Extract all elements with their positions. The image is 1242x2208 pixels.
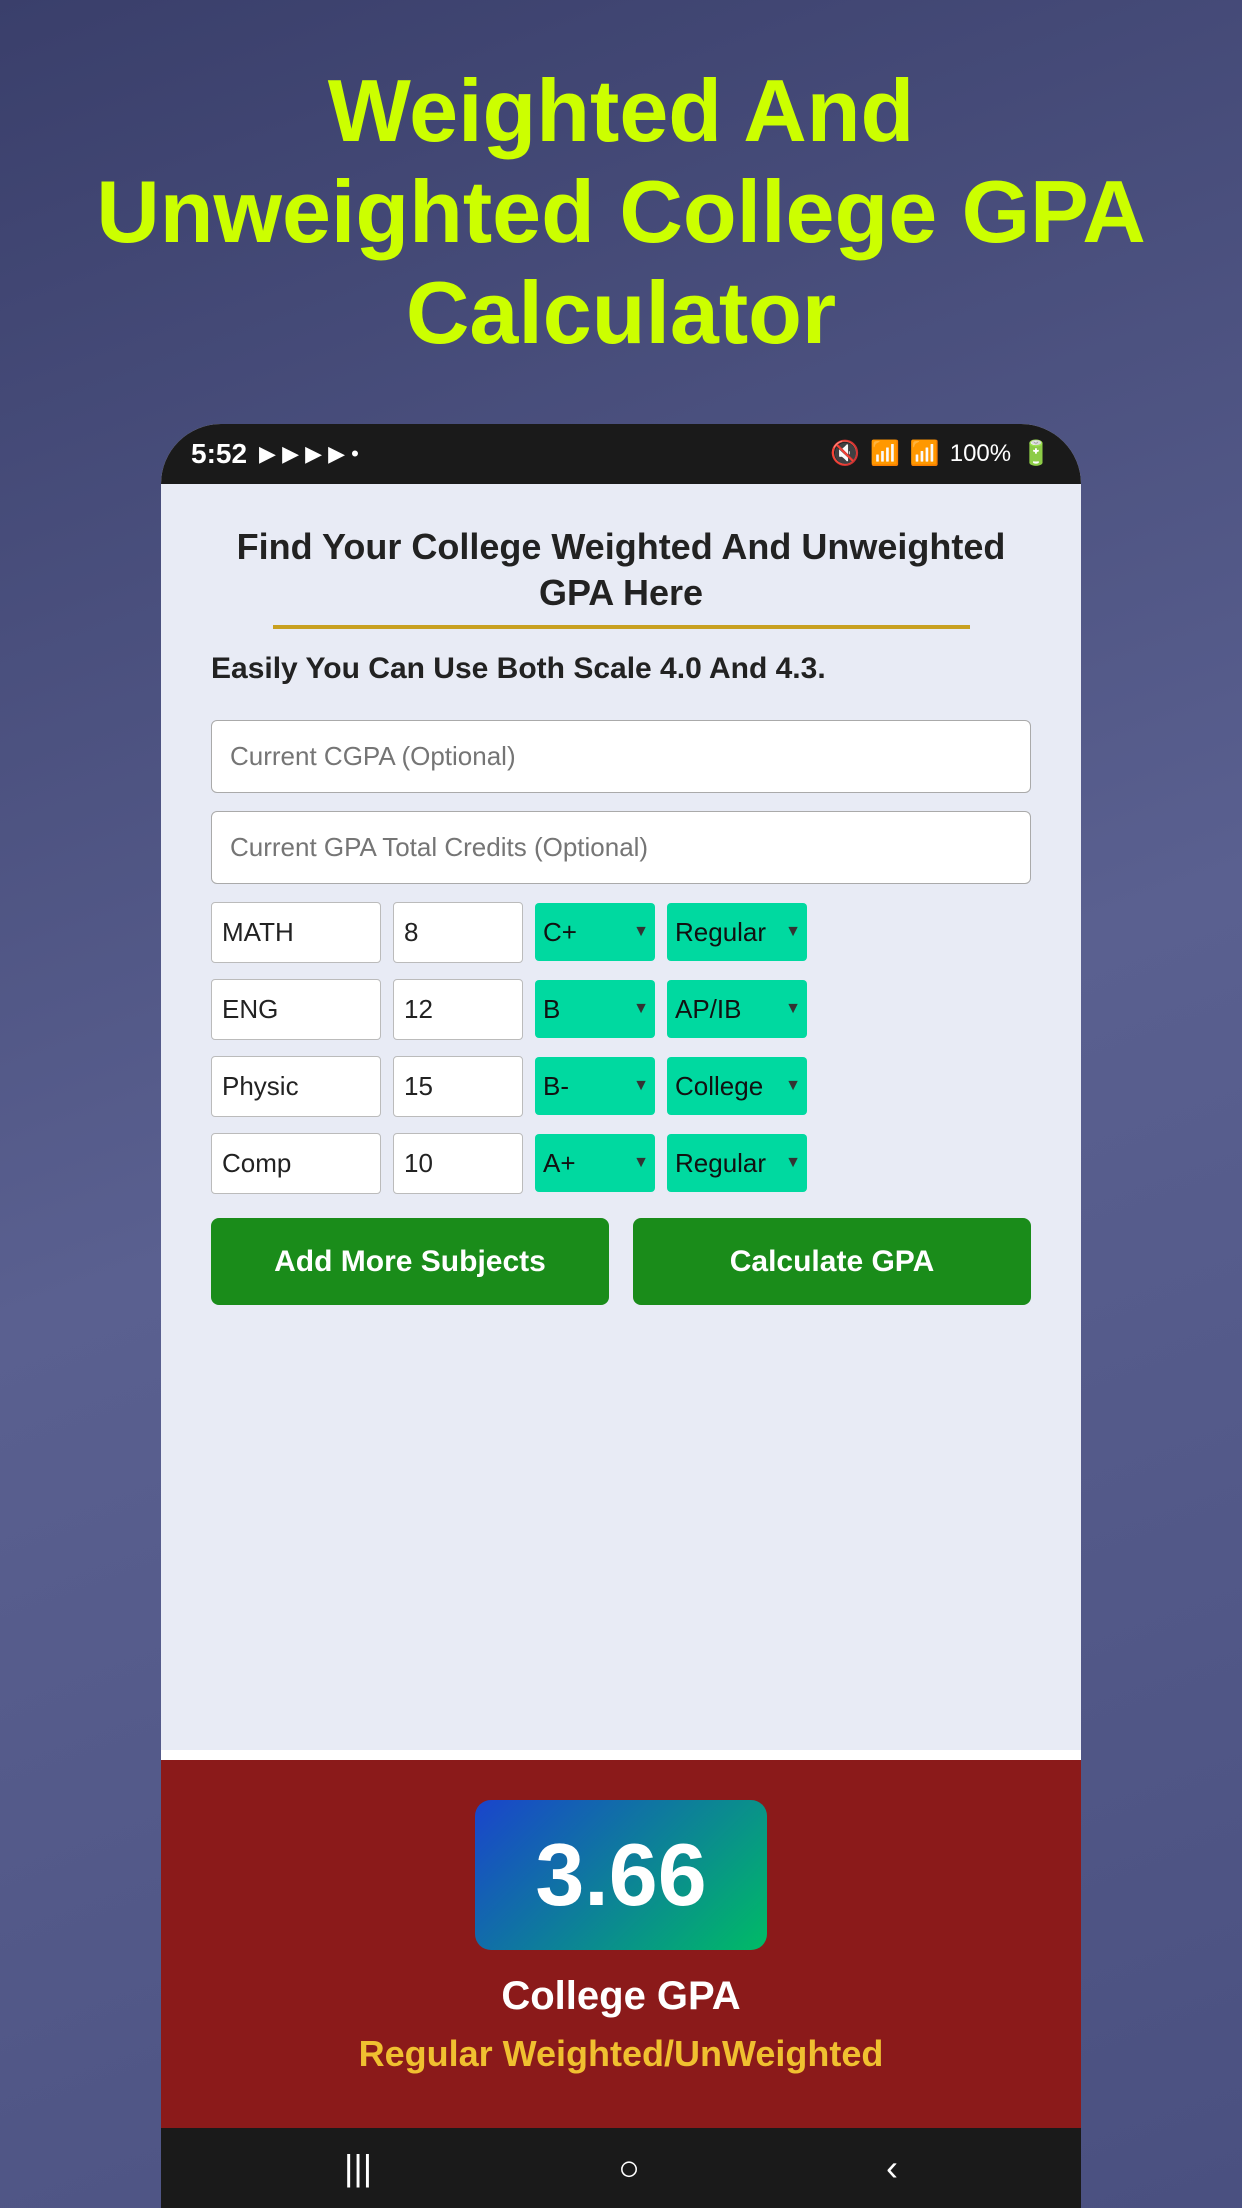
type-wrapper-3: CollegeRegularAP/IB [667, 1057, 807, 1115]
title-underline [273, 625, 970, 629]
type-select-4[interactable]: RegularAP/IBCollege [667, 1134, 807, 1192]
type-wrapper-2: AP/IBRegularCollege [667, 980, 807, 1038]
status-bar: 5:52 ▶ ▶ ▶ ▶ • 🔇 📶 📶 100% 🔋 [161, 424, 1081, 484]
subject-row-2: BA+AA- B+B-C+C C-D+DD-F AP/IBRegularColl… [211, 979, 1031, 1040]
subject-name-4[interactable] [211, 1133, 381, 1194]
battery-icon: 🔋 [1021, 439, 1051, 468]
calculate-gpa-button[interactable]: Calculate GPA [633, 1218, 1031, 1305]
subject-row-4: A+AA-B+ BB-C+C C-D+DD-F RegularAP/IBColl… [211, 1133, 1031, 1194]
subject-name-3[interactable] [211, 1056, 381, 1117]
battery-text: 100% [950, 440, 1011, 468]
subject-credits-4[interactable] [393, 1133, 523, 1194]
subject-name-2[interactable] [211, 979, 381, 1040]
type-wrapper-1: RegularAP/IBCollege [667, 903, 807, 961]
type-select-3[interactable]: CollegeRegularAP/IB [667, 1057, 807, 1115]
type-select-1[interactable]: RegularAP/IBCollege [667, 903, 807, 961]
subject-credits-2[interactable] [393, 979, 523, 1040]
add-subjects-button[interactable]: Add More Subjects [211, 1218, 609, 1305]
subject-row-1: C+A+AA- B+BB-C C-D+DD-F RegularAP/IBColl… [211, 902, 1031, 963]
grade-select-2[interactable]: BA+AA- B+B-C+C C-D+DD-F [535, 980, 655, 1038]
subject-name-1[interactable] [211, 902, 381, 963]
result-section: 3.66 College GPA Regular Weighted/UnWeig… [161, 1760, 1081, 2128]
type-wrapper-4: RegularAP/IBCollege [667, 1134, 807, 1192]
phone-frame: 5:52 ▶ ▶ ▶ ▶ • 🔇 📶 📶 100% 🔋 Find Your Co… [161, 424, 1081, 2208]
status-icons: 🔇 📶 📶 100% 🔋 [830, 439, 1051, 468]
grade-select-3[interactable]: B-A+AA- B+BC+C C-D+DD-F [535, 1057, 655, 1115]
gpa-value: 3.66 [535, 1824, 706, 1926]
grade-wrapper-4: A+AA-B+ BB-C+C C-D+DD-F [535, 1134, 655, 1192]
calculator-subtitle: Easily You Can Use Both Scale 4.0 And 4.… [211, 649, 1031, 690]
gpa-label: College GPA [501, 1974, 740, 2019]
cgpa-input[interactable] [211, 720, 1031, 793]
nav-back-icon[interactable]: ‹ [886, 2147, 898, 2189]
subject-row-3: B-A+AA- B+BC+C C-D+DD-F CollegeRegularAP… [211, 1056, 1031, 1117]
credits-input[interactable] [211, 811, 1031, 884]
grade-select-4[interactable]: A+AA-B+ BB-C+C C-D+DD-F [535, 1134, 655, 1192]
grade-wrapper-1: C+A+AA- B+BB-C C-D+DD-F [535, 903, 655, 961]
type-select-2[interactable]: AP/IBRegularCollege [667, 980, 807, 1038]
app-title: Weighted And Unweighted College GPA Calc… [0, 0, 1242, 404]
calculator-heading: Find Your College Weighted And Unweighte… [211, 524, 1031, 618]
nav-menu-icon[interactable]: ||| [344, 2147, 372, 2189]
signal-icon: 📶 [910, 439, 940, 468]
action-buttons: Add More Subjects Calculate GPA [211, 1218, 1031, 1305]
grade-wrapper-3: B-A+AA- B+BC+C C-D+DD-F [535, 1057, 655, 1115]
gpa-type: Regular Weighted/UnWeighted [359, 2031, 884, 2078]
calculator-content: Find Your College Weighted And Unweighte… [161, 484, 1081, 1751]
gpa-value-box: 3.66 [475, 1800, 766, 1950]
grade-wrapper-2: BA+AA- B+B-C+C C-D+DD-F [535, 980, 655, 1038]
media-icons: ▶ ▶ ▶ ▶ • [259, 441, 359, 467]
status-time: 5:52 [191, 438, 247, 470]
subject-credits-1[interactable] [393, 902, 523, 963]
subject-credits-3[interactable] [393, 1056, 523, 1117]
grade-select-1[interactable]: C+A+AA- B+BB-C C-D+DD-F [535, 903, 655, 961]
wifi-icon: 📶 [870, 439, 900, 468]
bottom-nav: ||| ○ ‹ [161, 2128, 1081, 2208]
nav-home-icon[interactable]: ○ [618, 2147, 640, 2189]
mute-icon: 🔇 [830, 439, 860, 468]
